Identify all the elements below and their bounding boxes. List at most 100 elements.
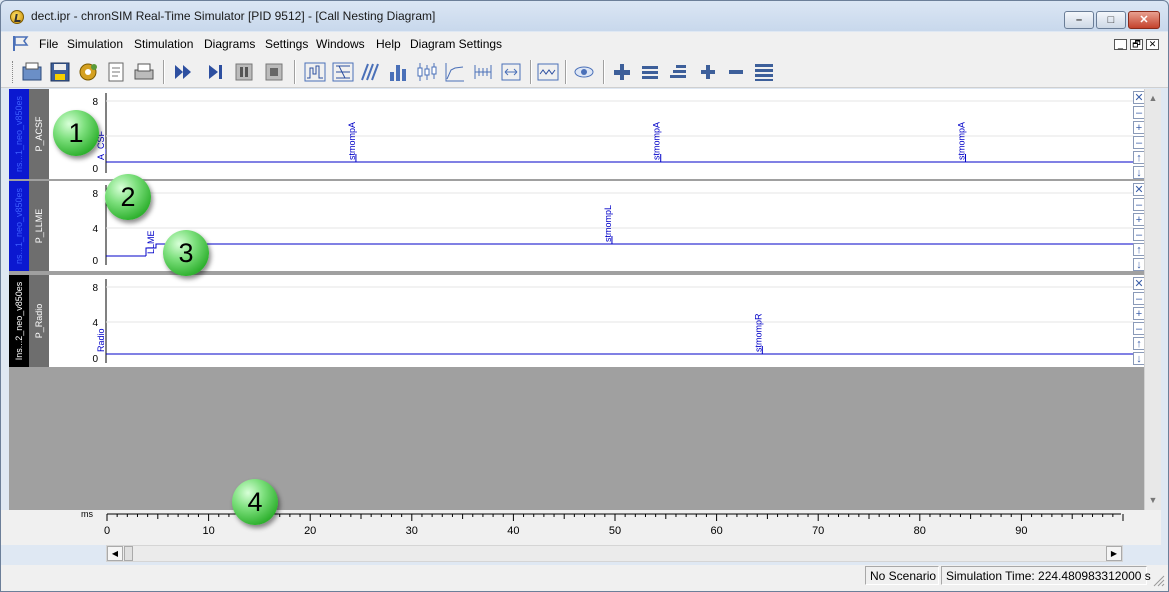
callout-4: 4 bbox=[232, 479, 278, 525]
fast-forward-icon[interactable] bbox=[172, 60, 196, 84]
add-lane-icon[interactable] bbox=[610, 60, 634, 84]
axis-tick-label: 40 bbox=[507, 525, 519, 537]
process-name: P_LLME bbox=[34, 208, 44, 244]
mdi-restore-button[interactable]: 🗗 bbox=[1130, 39, 1143, 50]
mdi-close-button[interactable]: ✕ bbox=[1146, 39, 1159, 50]
event-label: stmompA bbox=[957, 122, 967, 160]
call-nesting-icon[interactable] bbox=[303, 60, 327, 84]
menu-settings[interactable]: Settings bbox=[265, 37, 308, 51]
lane-plot: 840A_CSFstmompAstmompAstmompA bbox=[92, 93, 1134, 175]
print-icon[interactable] bbox=[132, 60, 156, 84]
toolbar-grip[interactable] bbox=[12, 61, 15, 83]
fit-icon[interactable] bbox=[499, 60, 523, 84]
axis-tick-label: 30 bbox=[406, 525, 418, 537]
minimize-button[interactable]: – bbox=[1064, 11, 1094, 29]
axis-tick-label: 70 bbox=[812, 525, 824, 537]
candlestick-icon[interactable] bbox=[415, 60, 439, 84]
lane-p-radio[interactable]: Ins...2_neo_v850es P_Radio 8 4 0 Radio stmom… bbox=[9, 275, 1144, 367]
time-axis: ms 0 10 20 30 40 50 60 70 80 90 bbox=[1, 509, 1161, 545]
open-icon[interactable] bbox=[20, 60, 44, 84]
pause-icon[interactable] bbox=[232, 60, 256, 84]
menu-diagrams[interactable]: Diagrams bbox=[204, 37, 255, 51]
stack-icon[interactable] bbox=[666, 60, 690, 84]
maximize-button[interactable]: □ bbox=[1096, 11, 1126, 29]
menu-help[interactable]: Help bbox=[376, 37, 401, 51]
menu-stimulation[interactable]: Stimulation bbox=[134, 37, 193, 51]
resize-grip-icon[interactable] bbox=[1151, 573, 1165, 587]
line-chart-icon[interactable] bbox=[443, 60, 467, 84]
close-button[interactable]: ✕ bbox=[1128, 11, 1160, 29]
event-label: stmompA bbox=[652, 122, 662, 160]
mdi-minimize-button[interactable]: _ bbox=[1114, 39, 1127, 50]
eye-icon[interactable] bbox=[572, 60, 596, 84]
app-logo-icon bbox=[10, 10, 24, 24]
menu-file[interactable]: File bbox=[39, 37, 58, 51]
maximize-icon: □ bbox=[1107, 14, 1115, 26]
align-icon[interactable] bbox=[638, 60, 662, 84]
window-title: dect.ipr - chronSIM Real-Time Simulator … bbox=[31, 9, 436, 23]
axis-tick-label: 10 bbox=[202, 525, 214, 537]
plus-icon[interactable] bbox=[696, 60, 720, 84]
horizontal-scrollbar[interactable]: ◀ ▶ bbox=[106, 545, 1123, 562]
call-nesting-diagram[interactable]: ns...1_neo_v850es P_ACSF 840A_CSFstmompA… bbox=[9, 89, 1145, 510]
event-label: stmompR bbox=[753, 313, 763, 352]
axis-tick-label: 80 bbox=[914, 525, 926, 537]
settings-gear-icon[interactable] bbox=[76, 60, 100, 84]
step-icon[interactable] bbox=[204, 60, 228, 84]
vertical-scrollbar[interactable]: ▲ ▼ bbox=[1144, 89, 1161, 510]
y-tick-label: 4 bbox=[92, 224, 98, 235]
timing-icon[interactable] bbox=[359, 60, 383, 84]
report-icon[interactable] bbox=[104, 60, 128, 84]
callout-1: 1 bbox=[53, 110, 99, 156]
toolbar-separator bbox=[565, 60, 567, 84]
range-icon[interactable] bbox=[471, 60, 495, 84]
time-axis-scale: ms 0 10 20 30 40 50 60 70 80 90 bbox=[81, 509, 1124, 537]
scroll-right-icon[interactable]: ▶ bbox=[1106, 546, 1122, 561]
event-label: stmompL bbox=[603, 205, 613, 242]
scenario-status: No Scenario bbox=[865, 566, 939, 585]
baseline-label: Radio bbox=[96, 328, 106, 352]
y-tick-label: 0 bbox=[92, 354, 98, 365]
y-tick-label: 0 bbox=[92, 256, 98, 267]
lane-p-acsf[interactable]: ns...1_neo_v850es P_ACSF 840A_CSFstmompA… bbox=[9, 89, 1144, 179]
close-icon: ✕ bbox=[1139, 14, 1149, 26]
process-label: P_Radio bbox=[29, 275, 49, 367]
menu-simulation[interactable]: Simulation bbox=[67, 37, 123, 51]
processor-label: ns...1_neo_v850es bbox=[9, 181, 29, 271]
processor-label: ns...1_neo_v850es bbox=[9, 89, 29, 179]
state-diagram-icon[interactable] bbox=[331, 60, 355, 84]
menu-windows[interactable]: Windows bbox=[316, 37, 365, 51]
status-bar: No Scenario Simulation Time: 224.4809833… bbox=[1, 565, 1168, 591]
scroll-down-icon[interactable]: ▼ bbox=[1146, 493, 1160, 507]
list-icon[interactable] bbox=[752, 60, 776, 84]
y-tick-label: 8 bbox=[92, 97, 98, 108]
scroll-up-icon[interactable]: ▲ bbox=[1146, 91, 1160, 105]
processor-name: ns...1_neo_v850es bbox=[14, 187, 24, 265]
processor-name: ns...1_neo_v850es bbox=[14, 95, 24, 173]
menu-diagram-settings[interactable]: Diagram Settings bbox=[410, 37, 502, 51]
y-tick-label: 8 bbox=[92, 189, 98, 200]
toolbar-separator bbox=[294, 60, 296, 84]
lane-plot: 8 4 0 LLME stmompL bbox=[92, 185, 1134, 267]
event-label: stmompA bbox=[347, 122, 357, 160]
processor-label: Ins...2_neo_v850es bbox=[9, 275, 29, 367]
simulation-time-status: Simulation Time: 224.480983312000 s bbox=[941, 566, 1151, 585]
scroll-thumb[interactable] bbox=[124, 546, 133, 561]
wave-icon[interactable] bbox=[536, 60, 560, 84]
axis-unit-label: ms bbox=[81, 510, 93, 519]
minimize-icon: – bbox=[1075, 14, 1083, 26]
histogram-icon[interactable] bbox=[387, 60, 411, 84]
title-bar[interactable]: dect.ipr - chronSIM Real-Time Simulator … bbox=[1, 1, 1168, 31]
app-window: dect.ipr - chronSIM Real-Time Simulator … bbox=[0, 0, 1169, 592]
stop-icon[interactable] bbox=[262, 60, 286, 84]
process-label: P_LLME bbox=[29, 181, 49, 271]
save-icon[interactable] bbox=[48, 60, 72, 84]
axis-tick-label: 90 bbox=[1015, 525, 1027, 537]
process-label: P_ACSF bbox=[29, 89, 49, 179]
y-tick-label: 4 bbox=[92, 318, 98, 329]
toolbar-separator bbox=[163, 60, 165, 84]
minus-icon[interactable] bbox=[724, 60, 748, 84]
scroll-left-icon[interactable]: ◀ bbox=[107, 546, 123, 561]
document-flag-icon[interactable] bbox=[12, 35, 30, 52]
toolbar-separator bbox=[530, 60, 532, 84]
